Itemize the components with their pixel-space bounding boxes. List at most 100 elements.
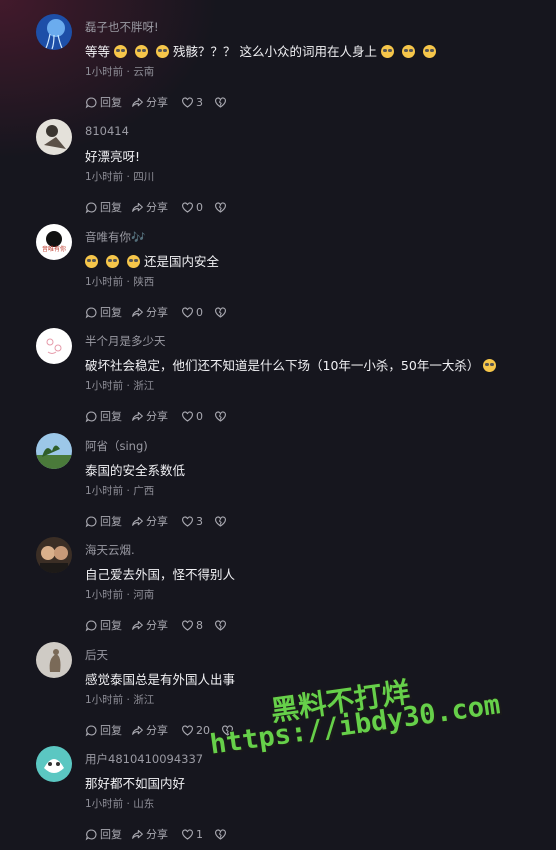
reply-label: 回复 (100, 410, 122, 423)
dislike-button[interactable] (214, 199, 229, 215)
emoji-icon (135, 45, 149, 58)
comment-meta: 1小时前 · 浙江 (85, 694, 155, 706)
like-button[interactable]: 0 (181, 408, 203, 424)
share-button[interactable]: 分享 (131, 513, 168, 529)
avatar[interactable] (36, 746, 72, 782)
share-button[interactable]: 分享 (131, 722, 168, 738)
share-button[interactable]: 分享 (131, 408, 168, 424)
emoji-icon (106, 255, 119, 268)
dislike-button[interactable] (214, 826, 229, 842)
comment-meta: 1小时前 · 广西 (85, 485, 155, 497)
like-count: 0 (196, 200, 203, 214)
emoji-icon (114, 45, 128, 58)
reply-button[interactable]: 回复 (85, 408, 122, 424)
share-button[interactable]: 分享 (131, 617, 168, 633)
share-button[interactable]: 分享 (131, 199, 168, 215)
share-label: 分享 (146, 96, 168, 109)
username[interactable]: 后天 (85, 647, 108, 663)
comment-text-part: 破坏社会稳定，他们还不知道是什么下场（10年一小杀，50年一大杀） (85, 358, 480, 373)
avatar[interactable] (36, 642, 72, 678)
username[interactable]: 磊子也不胖呀! (85, 19, 159, 35)
comment-meta: 1小时前 · 山东 (85, 798, 155, 810)
share-icon (132, 411, 143, 421)
like-count: 0 (196, 305, 203, 319)
share-icon (132, 516, 143, 526)
comment-text: 等等 残骸？？？ 这么小众的词用在人身上 (85, 41, 440, 60)
emoji-icon (127, 255, 140, 268)
comment-item: 音唯有你 音唯有你🎶 还是国内安全 1小时前 · 陕西 回复 分享 0 (0, 224, 556, 328)
username[interactable]: 810414 (85, 124, 129, 138)
dislike-button[interactable] (214, 304, 229, 320)
like-button[interactable]: 3 (181, 513, 203, 529)
avatar[interactable]: 音唯有你 (36, 224, 72, 260)
username[interactable]: 用户4810410094337 (85, 751, 203, 767)
emoji-icon (381, 45, 394, 58)
username[interactable]: 半个月是多少天 (85, 333, 166, 349)
reply-icon (85, 619, 97, 631)
comment-text: 好漂亮呀! (85, 149, 141, 164)
reply-icon (85, 201, 97, 213)
emoji-icon (156, 45, 170, 58)
dislike-button[interactable] (214, 408, 229, 424)
avatar[interactable] (36, 537, 72, 573)
share-button[interactable]: 分享 (131, 304, 168, 320)
reply-button[interactable]: 回复 (85, 826, 122, 842)
like-count: 3 (196, 514, 203, 528)
comment-meta: 1小时前 · 陕西 (85, 276, 155, 288)
share-icon (132, 202, 143, 212)
comment-item: 海天云烟. 自己爱去外国，怪不得别人 1小时前 · 河南 回复 分享 8 (0, 537, 556, 641)
reply-label: 回复 (100, 828, 122, 841)
reply-button[interactable]: 回复 (85, 617, 122, 633)
reply-label: 回复 (100, 724, 122, 737)
emoji-icon (85, 255, 98, 268)
emoji-icon (483, 359, 497, 372)
dislike-button[interactable] (214, 617, 229, 633)
share-button[interactable]: 分享 (131, 826, 168, 842)
comment-item: 用户4810410094337 那好都不如国内好 1小时前 · 山东 回复 分享… (0, 746, 556, 850)
comment-item: 磊子也不胖呀! 等等 残骸？？？ 这么小众的词用在人身上 1小时前 · 云南 回复… (0, 14, 556, 118)
heart-icon (182, 515, 193, 527)
username[interactable]: 海天云烟. (85, 542, 135, 558)
reply-label: 回复 (100, 515, 122, 528)
like-button[interactable]: 8 (181, 617, 203, 633)
share-label: 分享 (146, 619, 168, 632)
avatar[interactable] (36, 433, 72, 469)
reply-icon (85, 306, 97, 318)
emoji-icon (423, 45, 436, 58)
like-button[interactable]: 1 (181, 826, 203, 842)
like-count: 1 (196, 827, 203, 841)
heart-icon (182, 619, 193, 631)
username[interactable]: 音唯有你🎶 (85, 229, 145, 245)
reply-button[interactable]: 回复 (85, 199, 122, 215)
reply-icon (85, 724, 97, 736)
reply-button[interactable]: 回复 (85, 513, 122, 529)
like-button[interactable]: 20 (181, 722, 210, 738)
like-button[interactable]: 3 (181, 94, 203, 110)
username[interactable]: 阿省（sing) (85, 438, 148, 454)
comment-text: 感觉泰国总是有外国人出事 (85, 672, 236, 687)
share-icon (132, 725, 143, 735)
share-button[interactable]: 分享 (131, 94, 168, 110)
like-button[interactable]: 0 (181, 199, 203, 215)
like-button[interactable]: 0 (181, 304, 203, 320)
heart-icon (182, 410, 193, 422)
reply-icon (85, 96, 97, 108)
comment-text: 还是国内安全 (85, 251, 219, 270)
broken-heart-icon (215, 828, 226, 840)
avatar[interactable] (36, 14, 72, 50)
avatar[interactable] (36, 119, 72, 155)
like-count: 0 (196, 409, 203, 423)
like-count: 8 (196, 618, 203, 632)
reply-button[interactable]: 回复 (85, 722, 122, 738)
reply-button[interactable]: 回复 (85, 304, 122, 320)
comment-item: 810414 好漂亮呀! 1小时前 · 四川 回复 分享 0 (0, 119, 556, 223)
comment-item: 半个月是多少天 破坏社会稳定，他们还不知道是什么下场（10年一小杀，50年一大杀… (0, 328, 556, 432)
share-label: 分享 (146, 201, 168, 214)
broken-heart-icon (215, 410, 226, 422)
dislike-button[interactable] (214, 513, 229, 529)
reply-label: 回复 (100, 96, 122, 109)
avatar[interactable] (36, 328, 72, 364)
reply-label: 回复 (100, 619, 122, 632)
dislike-button[interactable] (214, 94, 229, 110)
reply-button[interactable]: 回复 (85, 94, 122, 110)
